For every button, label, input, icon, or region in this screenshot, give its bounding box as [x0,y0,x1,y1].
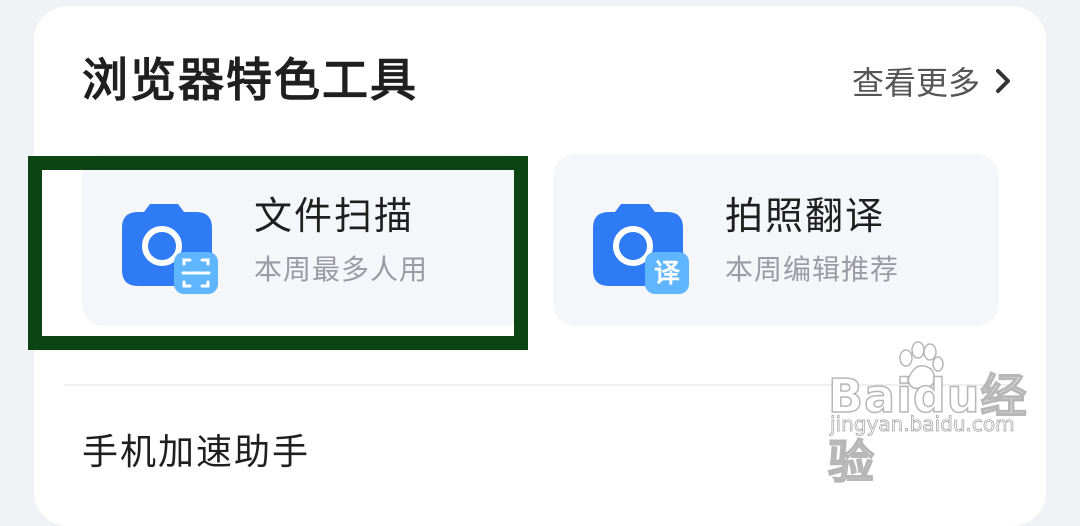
tool-name: 拍照翻译 [725,194,886,238]
chevron-right-icon [996,69,1010,93]
next-section-title: 手机加速助手 [82,432,311,473]
camera-scan-icon [122,204,218,294]
translate-badge-text: 译 [654,259,681,289]
tool-subtitle: 本周最多人用 [254,253,429,286]
tool-subtitle: 本周编辑推荐 [725,253,900,286]
view-more-label: 查看更多 [851,64,980,102]
tool-name: 文件扫描 [254,194,415,238]
camera-translate-icon: 译 [593,204,689,294]
section-divider [64,384,1014,386]
tool-card-photo-translate[interactable]: 译 拍照翻译 本周编辑推荐 [553,154,999,326]
tool-card-file-scan[interactable]: 文件扫描 本周最多人用 [82,154,528,326]
view-more-link[interactable]: 查看更多 [852,56,1014,106]
section-title: 浏览器特色工具 [82,53,418,107]
